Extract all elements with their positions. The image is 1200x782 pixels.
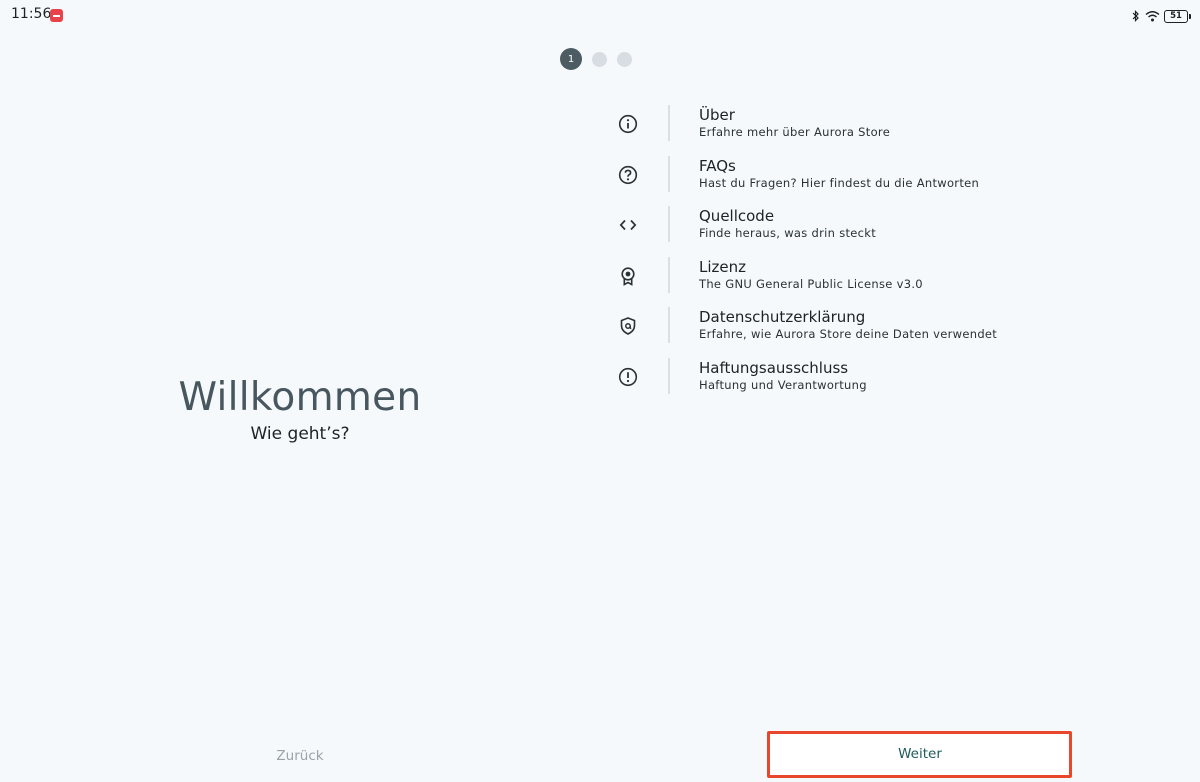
bluetooth-icon: [1131, 7, 1141, 26]
link-text: Haftungsausschluss Haftung und Verantwor…: [699, 358, 867, 393]
divider: [668, 105, 670, 141]
privacy-icon: [616, 314, 640, 338]
welcome-section: Willkommen Wie geht’s?: [150, 372, 450, 444]
back-button[interactable]: Zurück: [240, 740, 360, 772]
link-license[interactable]: Lizenz The GNU General Public License v3…: [610, 252, 1170, 303]
divider: [668, 357, 670, 394]
link-text: Quellcode Finde heraus, was drin steckt: [699, 206, 876, 241]
welcome-title: Willkommen: [178, 375, 422, 420]
divider: [668, 206, 670, 242]
help-icon: [616, 163, 640, 187]
link-subtitle: Finde heraus, was drin steckt: [699, 226, 877, 240]
link-privacy-policy[interactable]: Datenschutzerklärung Erfahre, wie Aurora…: [610, 302, 1170, 353]
code-icon: [616, 213, 640, 237]
link-subtitle: Haftung und Verantwortung: [699, 377, 867, 392]
link-disclaimer[interactable]: Haftungsausschluss Haftung und Verantwor…: [610, 353, 1170, 404]
link-title: Haftungsausschluss: [699, 358, 849, 377]
link-source-code[interactable]: Quellcode Finde heraus, was drin steckt: [610, 201, 1170, 252]
step-1-active: 1: [560, 48, 582, 70]
status-time: 11:56: [11, 6, 52, 22]
link-text: Lizenz The GNU General Public License v3…: [699, 257, 923, 292]
license-icon: [616, 264, 640, 288]
link-faqs[interactable]: FAQs Hast du Fragen? Hier findest du die…: [610, 151, 1170, 202]
next-button[interactable]: Weiter: [775, 738, 1065, 770]
info-icon: [616, 112, 640, 136]
link-text: FAQs Hast du Fragen? Hier findest du die…: [699, 156, 979, 191]
link-subtitle: The GNU General Public License v3.0: [699, 276, 923, 291]
divider: [668, 155, 670, 192]
divider: [668, 256, 670, 293]
link-text: Datenschutzerklärung Erfahre, wie Aurora…: [699, 307, 997, 342]
battery-indicator: 51: [1164, 10, 1191, 23]
wifi-icon: [1145, 7, 1160, 26]
link-subtitle: Hast du Fragen? Hier findest du die Antw…: [699, 175, 980, 190]
link-about[interactable]: Über Erfahre mehr über Aurora Store: [610, 100, 1170, 151]
link-title: Über: [699, 106, 735, 124]
link-title: FAQs: [699, 156, 736, 175]
link-subtitle: Erfahre, wie Aurora Store deine Daten ve…: [699, 327, 998, 341]
welcome-subtitle: Wie geht’s?: [250, 424, 350, 444]
screen: 11:56 51 1 Willkommen Wie geht’s? Über E…: [0, 0, 1200, 782]
step-indicator: 1: [560, 48, 632, 70]
link-text: Über Erfahre mehr über Aurora Store: [699, 105, 890, 140]
link-title: Lizenz: [699, 257, 747, 276]
step-3: [617, 51, 632, 67]
notification-icon: [50, 9, 63, 22]
step-2: [592, 51, 607, 67]
disclaimer-icon: [616, 365, 640, 389]
link-subtitle: Erfahre mehr über Aurora Store: [699, 125, 891, 139]
status-icons: 51: [1131, 7, 1191, 26]
link-title: Quellcode: [699, 207, 775, 225]
link-title: Datenschutzerklärung: [699, 308, 866, 326]
info-links-list: Über Erfahre mehr über Aurora Store FAQs…: [610, 100, 1170, 403]
divider: [668, 307, 670, 343]
